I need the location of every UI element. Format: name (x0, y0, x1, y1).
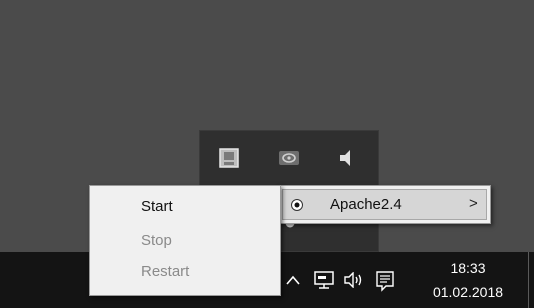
network-icon[interactable] (313, 270, 335, 290)
clock-time: 18:33 (450, 260, 486, 276)
submenu-arrow-icon: > (469, 195, 478, 212)
app-config-icon[interactable] (218, 147, 240, 169)
service-submenu: Start Stop Restart (89, 185, 281, 296)
volume-icon[interactable] (343, 272, 365, 288)
apache-service-label: Apache2.4 (330, 196, 402, 213)
menu-item-start[interactable]: Start (141, 198, 173, 215)
apache-context-menu: Apache2.4 > (278, 185, 491, 224)
system-tray: 18:33 01.02.2018 (281, 252, 534, 308)
apache-service-item[interactable]: Apache2.4 > (282, 189, 487, 220)
menu-item-restart[interactable]: Restart (141, 263, 189, 280)
show-desktop-button[interactable] (528, 252, 529, 308)
nvidia-icon[interactable] (278, 149, 300, 167)
taskbar-clock[interactable]: 18:33 01.02.2018 (411, 258, 525, 304)
menu-item-stop[interactable]: Stop (141, 232, 172, 249)
radio-selected-icon (291, 199, 303, 211)
volume-icon[interactable] (336, 147, 356, 169)
chevron-up-icon[interactable] (285, 274, 301, 286)
clock-date: 01.02.2018 (432, 284, 504, 300)
notification-icon[interactable] (375, 270, 395, 292)
